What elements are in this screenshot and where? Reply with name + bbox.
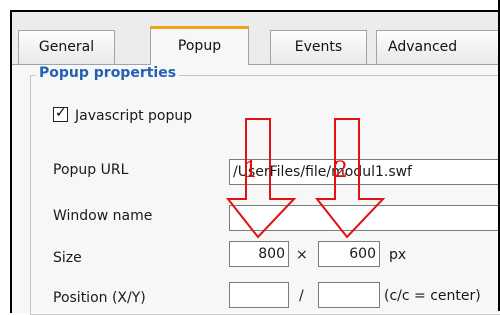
tab-popup[interactable]: Popup — [150, 26, 249, 65]
tab-advanced[interactable]: Advanced — [376, 30, 500, 64]
position-label: Position (X/Y) — [53, 290, 146, 306]
position-hint: (c/c = center) — [384, 288, 481, 304]
position-y-input[interactable] — [318, 282, 380, 308]
size-separator: × — [296, 247, 308, 263]
annotation-arrow-2 — [314, 118, 386, 239]
tab-events[interactable]: Events — [270, 30, 367, 64]
size-label: Size — [53, 250, 82, 266]
section-legend: Popup properties — [36, 65, 180, 81]
annotation-number-2: 2 — [334, 158, 348, 183]
tab-bar: General Popup Events Advanced — [12, 12, 500, 65]
size-height-input[interactable]: 600 — [318, 241, 380, 267]
window-name-label: Window name — [53, 208, 153, 224]
javascript-popup-checkbox[interactable]: ✓ — [53, 105, 68, 122]
size-width-input[interactable]: 800 — [229, 241, 289, 267]
annotation-arrow-1 — [225, 118, 297, 239]
size-unit: px — [389, 247, 407, 263]
javascript-popup-label: Javascript popup — [75, 108, 193, 124]
annotation-number-1: 1 — [244, 158, 258, 183]
tab-general[interactable]: General — [18, 30, 115, 64]
check-icon: ✓ — [55, 105, 67, 121]
position-separator: / — [299, 288, 304, 304]
popup-url-label: Popup URL — [53, 162, 129, 178]
position-x-input[interactable] — [229, 282, 289, 308]
